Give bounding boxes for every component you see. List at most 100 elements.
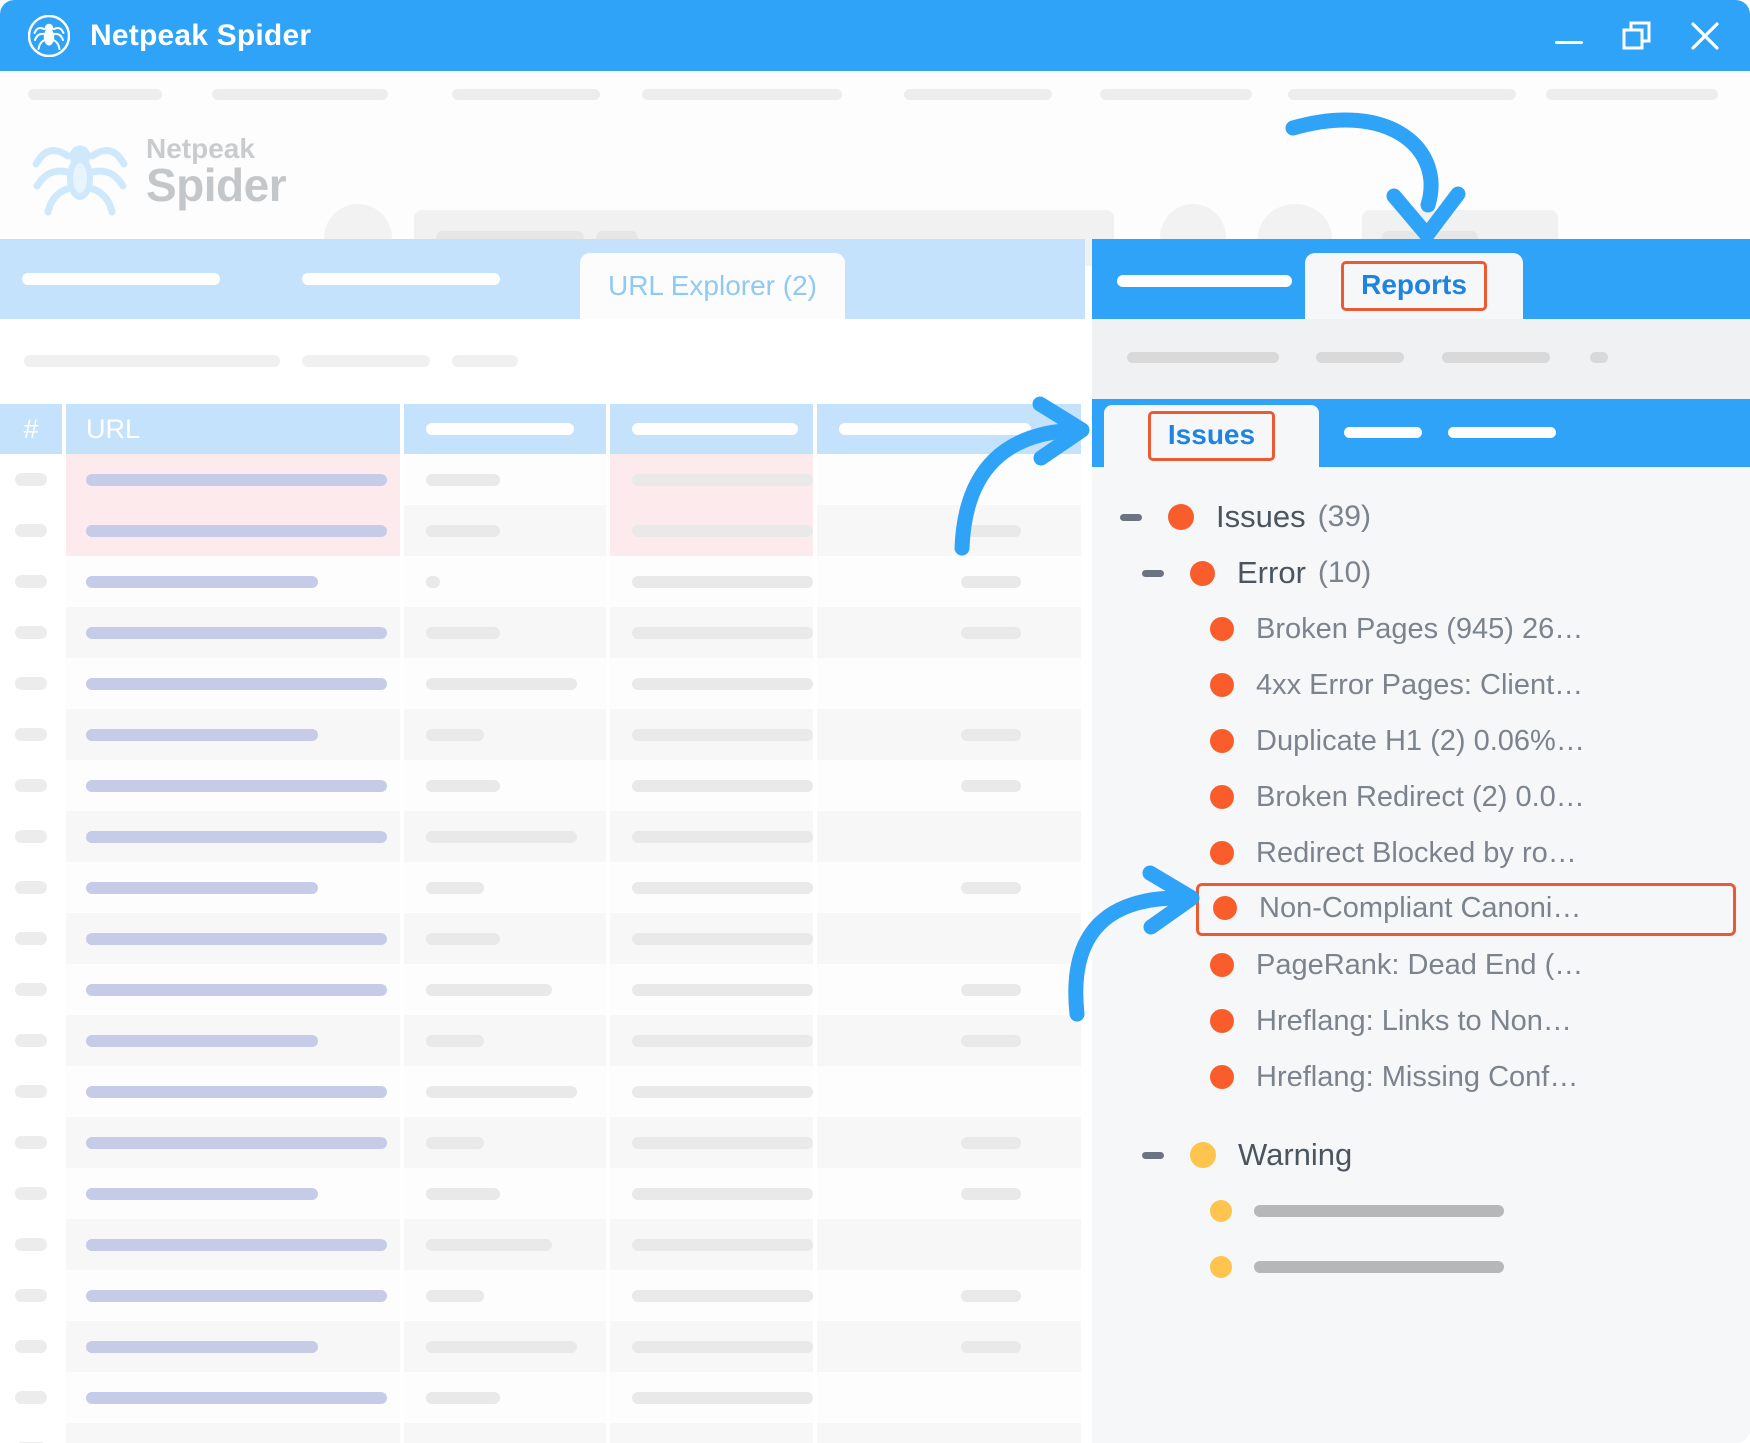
cell-placeholder <box>426 1085 578 1098</box>
collapse-toggle-icon[interactable] <box>1142 569 1164 577</box>
menu-item[interactable] <box>212 89 388 100</box>
left-tab-inactive[interactable] <box>22 273 220 285</box>
table-row[interactable] <box>0 505 1085 556</box>
issue-tree-item[interactable]: 4xx Error Pages: Client… <box>1092 657 1750 713</box>
table-cell-url <box>66 505 404 556</box>
menu-bar <box>0 89 1750 101</box>
table-cell-4 <box>610 760 817 811</box>
issue-tree-item[interactable] <box>1092 1239 1750 1295</box>
cell-placeholder <box>86 1340 318 1353</box>
minimize-icon[interactable] <box>1552 19 1586 53</box>
table-row[interactable] <box>0 1270 1085 1321</box>
table-row[interactable] <box>0 811 1085 862</box>
brand-line-2: Spider <box>146 159 287 212</box>
issue-item-label: Non-Compliant Canoni… <box>1259 891 1582 924</box>
tab-issues-label: Issues <box>1167 419 1256 450</box>
table-cell-4 <box>610 1015 817 1066</box>
right-subtab-inactive[interactable] <box>1344 427 1422 438</box>
error-dot-icon <box>1210 1009 1234 1033</box>
tab-reports[interactable]: Reports <box>1305 253 1523 319</box>
cell-placeholder <box>86 1289 388 1302</box>
tab-issues[interactable]: Issues <box>1104 405 1319 467</box>
menu-item[interactable] <box>1288 89 1516 100</box>
column-header-index[interactable]: # <box>0 404 66 454</box>
close-icon[interactable] <box>1688 19 1722 53</box>
issue-tree-item[interactable]: Broken Pages (945) 26… <box>1092 601 1750 657</box>
right-tab-inactive[interactable] <box>1117 275 1292 287</box>
table-row[interactable] <box>0 556 1085 607</box>
table-row[interactable] <box>0 454 1085 505</box>
issue-tree-item[interactable]: Warning <box>1092 1127 1750 1183</box>
table-row[interactable] <box>0 607 1085 658</box>
table-row[interactable] <box>0 658 1085 709</box>
menu-item[interactable] <box>904 89 1052 100</box>
issue-tree-item[interactable]: Redirect Blocked by ro… <box>1092 825 1750 881</box>
collapse-toggle-icon[interactable] <box>1120 513 1142 521</box>
issue-tree-item[interactable]: Hreflang: Missing Conf… <box>1092 1049 1750 1105</box>
issue-tree-item[interactable]: Non-Compliant Canoni… <box>1092 881 1750 937</box>
table-row[interactable] <box>0 1372 1085 1423</box>
column-header-4[interactable] <box>610 404 817 454</box>
issue-tree-item[interactable]: Error (10) <box>1092 545 1750 601</box>
left-tab-inactive[interactable] <box>302 273 500 285</box>
left-subtoolbar-item[interactable] <box>452 355 518 367</box>
window-controls <box>1552 19 1722 53</box>
column-header-url-label: URL <box>86 413 141 444</box>
right-subtoolbar-item[interactable] <box>1590 352 1608 363</box>
right-tab-strip: Reports <box>1092 239 1750 319</box>
right-subtoolbar-item[interactable] <box>1442 352 1550 363</box>
column-header-3[interactable] <box>404 404 610 454</box>
table-cell-3 <box>404 1015 610 1066</box>
table-cell-5 <box>817 709 1081 760</box>
table-row[interactable] <box>0 913 1085 964</box>
table-row[interactable] <box>0 1168 1085 1219</box>
table-row[interactable] <box>0 964 1085 1015</box>
collapse-toggle-icon[interactable] <box>1142 1151 1164 1159</box>
column-header-url[interactable]: URL <box>66 404 404 454</box>
issue-tree-item[interactable]: Duplicate H1 (2) 0.06%… <box>1092 713 1750 769</box>
issue-item-label: Hreflang: Links to Non… <box>1256 1004 1572 1037</box>
cell-placeholder <box>426 575 440 588</box>
table-row[interactable] <box>0 1423 1085 1443</box>
table-cell-url <box>66 658 404 709</box>
table-cell-url <box>66 964 404 1015</box>
menu-item[interactable] <box>28 89 162 100</box>
right-subtoolbar-item[interactable] <box>1316 352 1404 363</box>
table-cell-index <box>0 658 66 709</box>
menu-item[interactable] <box>452 89 600 100</box>
table-row[interactable] <box>0 1321 1085 1372</box>
right-subtab-inactive[interactable] <box>1448 427 1556 438</box>
cell-placeholder <box>86 575 318 588</box>
table-row[interactable] <box>0 1117 1085 1168</box>
cell-placeholder <box>426 1289 484 1302</box>
restore-icon[interactable] <box>1620 19 1654 53</box>
issue-tree-item[interactable]: Hreflang: Links to Non… <box>1092 993 1750 1049</box>
menu-item[interactable] <box>642 89 842 100</box>
issue-item-content: Hreflang: Links to Non… <box>1210 1005 1572 1038</box>
table-cell-5 <box>817 964 1081 1015</box>
table-row[interactable] <box>0 1015 1085 1066</box>
table-row[interactable] <box>0 862 1085 913</box>
menu-item[interactable] <box>1100 89 1252 100</box>
issue-tree-item[interactable] <box>1092 1183 1750 1239</box>
table-row[interactable] <box>0 1219 1085 1270</box>
cell-placeholder <box>86 1136 388 1149</box>
left-subtoolbar-item[interactable] <box>302 355 430 367</box>
table-cell-3 <box>404 1321 610 1372</box>
cell-placeholder <box>426 524 501 537</box>
issue-tree-item[interactable]: PageRank: Dead End (… <box>1092 937 1750 993</box>
issue-tree-item[interactable]: Broken Redirect (2) 0.0… <box>1092 769 1750 825</box>
table-cell-index <box>0 1423 66 1443</box>
warning-dot-icon <box>1190 1142 1216 1168</box>
menu-item[interactable] <box>1546 89 1718 100</box>
right-subtoolbar-item[interactable] <box>1127 352 1279 363</box>
tab-url-explorer[interactable]: URL Explorer (2) <box>580 253 845 319</box>
table-cell-5 <box>817 1117 1081 1168</box>
left-subtoolbar-item[interactable] <box>24 355 280 367</box>
issue-tree-item[interactable]: Issues (39) <box>1092 489 1750 545</box>
table-row[interactable] <box>0 709 1085 760</box>
column-header-5[interactable] <box>817 404 1081 454</box>
table-row[interactable] <box>0 760 1085 811</box>
error-dot-icon <box>1210 673 1234 697</box>
table-row[interactable] <box>0 1066 1085 1117</box>
